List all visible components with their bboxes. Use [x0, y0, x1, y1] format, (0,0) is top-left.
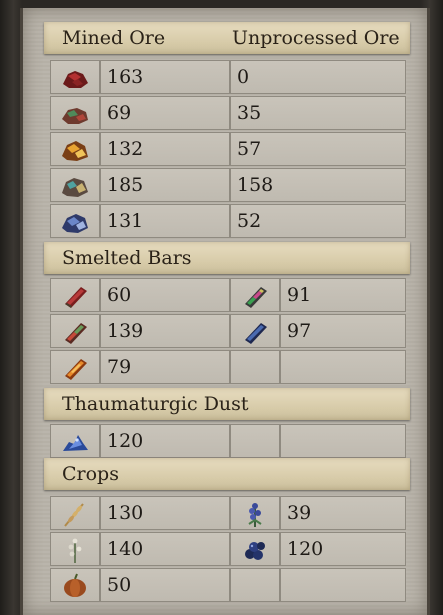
unprocessed-ore-count: 52 — [237, 210, 262, 232]
ore-row-teal[interactable]: 185 158 — [50, 168, 406, 202]
crop-row-1[interactable]: 130 39 — [50, 496, 406, 530]
gold-ore-icon — [62, 141, 88, 161]
teal-ore-icon — [62, 178, 88, 197]
bar-count: 79 — [107, 356, 132, 378]
smelted-bars-header: Smelted Bars — [44, 242, 410, 274]
unprocessed-ore-count: 0 — [237, 66, 250, 88]
unprocessed-ore-title: Unprocessed Ore — [232, 27, 400, 49]
ore-row-red[interactable]: 163 0 — [50, 60, 406, 94]
red-green-bar-icon — [65, 323, 87, 344]
bar-row-1[interactable]: 60 91 — [50, 278, 406, 312]
bar-count: 139 — [107, 320, 144, 342]
rainbow-bar-icon — [245, 287, 267, 308]
dust-count: 120 — [107, 430, 144, 452]
mined-ore-count: 131 — [107, 210, 144, 232]
red-bar-icon — [65, 287, 87, 308]
bar-count: 91 — [287, 284, 312, 306]
unprocessed-ore-count: 158 — [237, 174, 274, 196]
thaumaturgic-dust-title: Thaumaturgic Dust — [62, 393, 249, 415]
crops-header: Crops — [44, 458, 410, 490]
unprocessed-ore-count: 57 — [237, 138, 262, 160]
crops-title: Crops — [62, 463, 119, 485]
unprocessed-ore-count: 35 — [237, 102, 262, 124]
mined-ore-header: Mined Ore Unprocessed Ore — [44, 22, 410, 54]
green-red-ore-icon — [62, 108, 88, 124]
crop-count: 120 — [287, 538, 324, 560]
thaumaturgic-dust-header: Thaumaturgic Dust — [44, 388, 410, 420]
mined-ore-title: Mined Ore — [62, 27, 166, 49]
bar-row-2[interactable]: 139 97 — [50, 314, 406, 348]
blue-dust-icon — [63, 435, 88, 451]
mined-ore-count: 132 — [107, 138, 144, 160]
crop-count: 130 — [107, 502, 144, 524]
bar-count: 97 — [287, 320, 312, 342]
crop-count: 50 — [107, 574, 132, 596]
blue-flower-icon — [248, 503, 262, 527]
ore-row-gold[interactable]: 132 57 — [50, 132, 406, 166]
pumpkin-icon — [64, 573, 86, 597]
blue-bar-icon — [245, 323, 267, 344]
red-ore-icon — [63, 71, 88, 88]
crop-row-2[interactable]: 140 120 — [50, 532, 406, 566]
crop-count: 140 — [107, 538, 144, 560]
crop-row-3[interactable]: 50 — [50, 568, 406, 602]
orange-bar-icon — [65, 359, 87, 380]
dust-row-1[interactable]: 120 — [50, 424, 406, 458]
crop-count: 39 — [287, 502, 312, 524]
blue-ore-icon — [62, 214, 88, 233]
white-herb-icon — [68, 538, 82, 563]
wheat-icon — [64, 503, 84, 527]
blue-berries-icon — [245, 542, 265, 560]
bar-row-3[interactable]: 79 — [50, 350, 406, 384]
mined-ore-count: 185 — [107, 174, 144, 196]
mined-ore-count: 163 — [107, 66, 144, 88]
mined-ore-count: 69 — [107, 102, 132, 124]
ore-row-blue[interactable]: 131 52 — [50, 204, 406, 238]
bar-count: 60 — [107, 284, 132, 306]
smelted-bars-title: Smelted Bars — [62, 247, 192, 269]
ore-row-green-red[interactable]: 69 35 — [50, 96, 406, 130]
